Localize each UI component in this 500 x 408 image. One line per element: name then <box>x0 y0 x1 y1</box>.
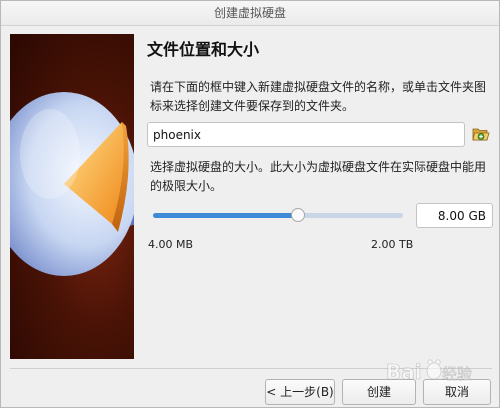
window-title: 创建虚拟硬盘 <box>213 6 286 20</box>
disk-size-slider[interactable] <box>153 205 403 225</box>
folder-open-icon <box>472 128 490 141</box>
wizard-banner-image <box>10 34 134 359</box>
create-button[interactable]: 创建 <box>342 379 416 405</box>
slider-max-label: 2.00 TB <box>371 238 414 251</box>
page-title: 文件位置和大小 <box>147 40 260 59</box>
disk-size-description: 选择虚拟硬盘的大小。此大小为虚拟硬盘文件在实际硬盘中能用的极限大小。 <box>150 160 487 193</box>
slider-handle[interactable] <box>291 208 305 222</box>
window-titlebar[interactable]: 创建虚拟硬盘 <box>1 1 499 26</box>
file-name-input[interactable] <box>147 122 465 147</box>
file-location-description: 请在下面的框中键入新建虚拟硬盘文件的名称，或单击文件夹图标来选择创建文件要保存到… <box>150 80 487 113</box>
disk-illustration-icon <box>10 92 134 276</box>
slider-fill <box>153 213 298 218</box>
button-divider <box>10 368 492 369</box>
slider-min-label: 4.00 MB <box>148 238 194 251</box>
cancel-button[interactable]: 取消 <box>423 379 491 405</box>
disk-size-input[interactable] <box>416 203 493 228</box>
choose-folder-button[interactable] <box>472 125 490 143</box>
back-button[interactable]: < 上一步(B) <box>265 379 335 405</box>
create-virtual-disk-dialog: 创建虚拟硬盘 文件位置和大小 请在下面的框中键入新建虚拟硬盘文件的名称，或单击文… <box>0 0 500 408</box>
